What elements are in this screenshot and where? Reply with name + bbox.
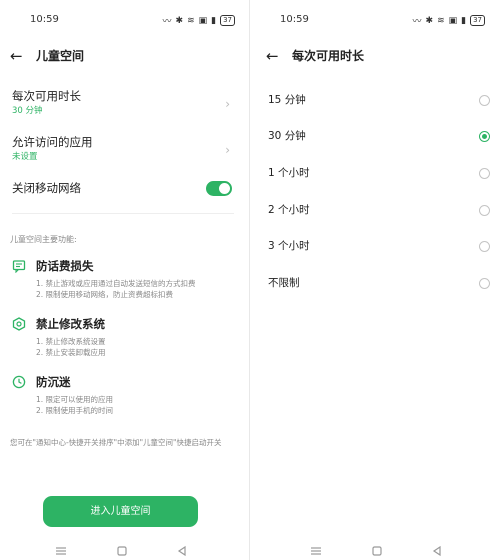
status-time: 10:59 xyxy=(280,14,309,25)
option-row[interactable]: 30 分钟 xyxy=(268,126,490,146)
setting-title: 允许访问的应用 xyxy=(12,135,93,149)
feature-description: 1. 禁止游戏或应用通过自动发送短信的方式扣费 2. 限制使用移动网络，防止资费… xyxy=(36,278,196,300)
back-arrow-icon[interactable]: ← xyxy=(266,46,279,66)
feature-line: 1. 禁止游戏或应用通过自动发送短信的方式扣费 xyxy=(36,279,196,288)
feature-line: 2. 限制使用移动网络，防止资费超标扣费 xyxy=(36,290,174,299)
radio-unselected-icon[interactable] xyxy=(479,278,490,289)
option-label: 2 个小时 xyxy=(268,204,310,216)
settings-shield-icon xyxy=(12,317,26,331)
back-arrow-icon[interactable]: ← xyxy=(10,46,23,66)
chevron-right-icon: › xyxy=(225,97,230,111)
bluetooth-icon: ✱ xyxy=(425,15,434,26)
option-label: 1 个小时 xyxy=(268,167,310,179)
setting-value: 未设置 xyxy=(12,152,38,162)
option-row[interactable]: 2 个小时 xyxy=(268,200,490,220)
feature-description: 1. 禁止修改系统设置 2. 禁止安装卸载应用 xyxy=(36,336,106,358)
feature-line: 1. 禁止修改系统设置 xyxy=(36,337,106,346)
option-row[interactable]: 不限制 xyxy=(268,273,490,293)
right-screen: 10:59 〰 ✱ ≋ ▣ ▮ 37 ← 每次可用时长 15 分钟 30 分钟 … xyxy=(250,0,499,560)
page-header: ← 儿童空间 xyxy=(0,46,249,68)
toggle-knob xyxy=(219,183,230,194)
back-triangle-icon[interactable] xyxy=(176,545,188,557)
message-icon xyxy=(12,260,26,273)
chevron-right-icon: › xyxy=(225,143,230,157)
option-row[interactable]: 15 分钟 xyxy=(268,90,490,110)
signal-icon: ▮ xyxy=(211,15,217,26)
battery-icon: 37 xyxy=(220,15,235,26)
menu-icon[interactable] xyxy=(310,545,322,557)
radio-unselected-icon[interactable] xyxy=(479,95,490,106)
section-label: 儿童空间主要功能: xyxy=(10,235,77,244)
battery-icon: 37 xyxy=(470,15,485,26)
sim-icon: ▣ xyxy=(448,15,458,26)
back-triangle-icon[interactable] xyxy=(431,545,443,557)
enter-kids-space-button[interactable]: 进入儿童空间 xyxy=(43,496,198,527)
option-label: 不限制 xyxy=(268,277,300,289)
bluetooth-icon: ✱ xyxy=(175,15,184,26)
option-label: 30 分钟 xyxy=(268,130,306,142)
sim-icon: ▣ xyxy=(198,15,208,26)
radio-unselected-icon[interactable] xyxy=(479,168,490,179)
status-time: 10:59 xyxy=(30,14,59,25)
feature-line: 2. 限制使用手机的时间 xyxy=(36,406,114,415)
clock-icon xyxy=(12,375,26,389)
option-label: 3 个小时 xyxy=(268,240,310,252)
setting-allowed-apps[interactable]: 允许访问的应用 未设置 › xyxy=(12,134,234,163)
setting-title: 每次可用时长 xyxy=(12,89,81,103)
status-icons: 〰 ✱ ≋ ▣ ▮ 37 xyxy=(412,14,485,27)
setting-value: 30 分钟 xyxy=(12,106,43,116)
feature-line: 2. 禁止安装卸载应用 xyxy=(36,348,106,357)
page-title: 每次可用时长 xyxy=(292,49,365,63)
feature-title: 禁止修改系统 xyxy=(36,317,105,331)
option-row[interactable]: 1 个小时 xyxy=(268,163,490,183)
left-screen: 10:59 〰 ✱ ≋ ▣ ▮ 37 ← 儿童空间 每次可用时长 30 分钟 ›… xyxy=(0,0,249,560)
nav-bar xyxy=(0,543,249,559)
home-icon[interactable] xyxy=(116,545,128,557)
radio-selected-icon[interactable] xyxy=(479,131,490,142)
setting-duration[interactable]: 每次可用时长 30 分钟 › xyxy=(12,88,234,117)
feature-description: 1. 限定可以使用的应用 2. 限制使用手机的时间 xyxy=(36,394,113,416)
wifi-icon: ≋ xyxy=(187,15,195,26)
feature-line: 1. 限定可以使用的应用 xyxy=(36,395,114,404)
shortcut-note: 您可在"通知中心-快捷开关排序"中添加"儿童空间"快捷启动开关 xyxy=(10,438,222,447)
mobile-network-toggle[interactable] xyxy=(206,181,232,196)
option-row[interactable]: 3 个小时 xyxy=(268,236,490,256)
setting-mobile-network: 关闭移动网络 xyxy=(12,180,234,196)
divider xyxy=(12,213,234,214)
signal-icon: ▮ xyxy=(461,15,467,26)
radio-unselected-icon[interactable] xyxy=(479,205,490,216)
page-header: ← 每次可用时长 xyxy=(250,46,499,68)
status-icons: 〰 ✱ ≋ ▣ ▮ 37 xyxy=(162,14,235,27)
wifi-icon: ≋ xyxy=(437,15,445,26)
setting-title: 关闭移动网络 xyxy=(12,181,81,195)
feature-title: 防话费损失 xyxy=(36,259,94,273)
feature-title: 防沉迷 xyxy=(36,375,71,389)
status-bar: 10:59 〰 ✱ ≋ ▣ ▮ 37 xyxy=(0,13,249,29)
page-title: 儿童空间 xyxy=(36,49,85,63)
status-bar: 10:59 〰 ✱ ≋ ▣ ▮ 37 xyxy=(250,13,499,29)
home-icon[interactable] xyxy=(371,545,383,557)
vibrate-icon: 〰 xyxy=(162,17,172,27)
radio-unselected-icon[interactable] xyxy=(479,241,490,252)
option-label: 15 分钟 xyxy=(268,94,306,106)
menu-icon[interactable] xyxy=(55,545,67,557)
nav-bar xyxy=(250,543,499,559)
vibrate-icon: 〰 xyxy=(412,17,422,27)
